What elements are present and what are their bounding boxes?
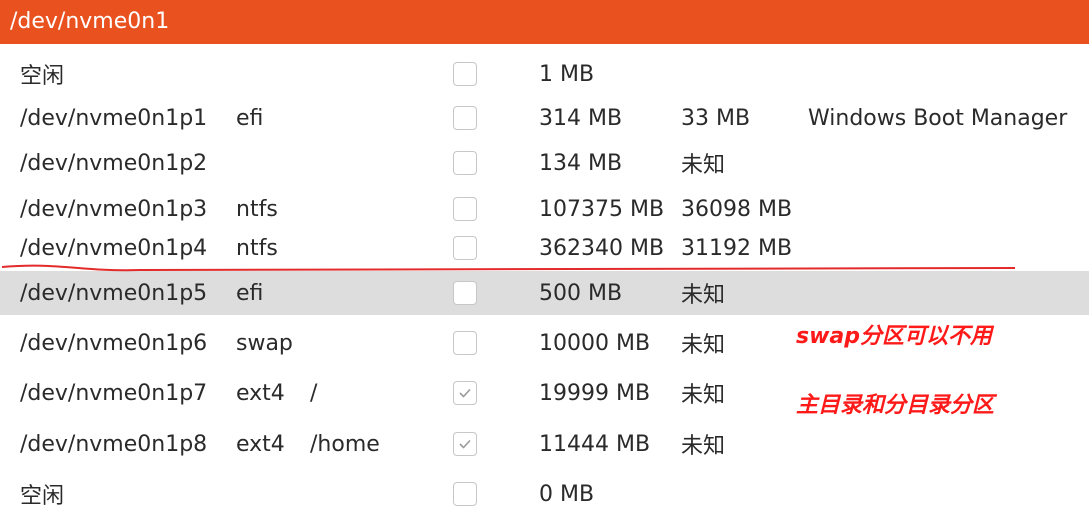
partition-device: /dev/nvme0n1p7 xyxy=(20,380,208,406)
checkmark-icon xyxy=(459,439,471,449)
partition-size: 0 MB xyxy=(539,481,595,507)
format-checkbox[interactable] xyxy=(453,106,477,130)
partition-device: /dev/nvme0n1p4 xyxy=(20,235,208,261)
swap-annotation: swap分区可以不用 xyxy=(796,324,993,349)
partition-used: 31192 MB xyxy=(681,235,793,261)
format-checkbox[interactable] xyxy=(453,482,477,506)
format-checkbox[interactable] xyxy=(453,197,477,221)
red-underline-annotation xyxy=(1,264,1016,272)
partition-used: 未知 xyxy=(681,383,726,408)
format-checkbox[interactable] xyxy=(453,281,477,305)
partition-used: 36098 MB xyxy=(681,196,793,222)
partition-size: 362340 MB xyxy=(539,235,665,261)
partition-filesystem: ext4 xyxy=(236,380,285,406)
partition-mount-point: / xyxy=(310,380,318,406)
partition-device: /dev/nvme0n1p1 xyxy=(20,105,208,131)
format-checkbox[interactable] xyxy=(453,381,477,405)
partition-device: /dev/nvme0n1p5 xyxy=(20,280,208,306)
partition-size: 11444 MB xyxy=(539,431,651,457)
partition-row[interactable]: 空闲 0 MB xyxy=(0,472,1089,516)
partition-row[interactable]: /dev/nvme0n1p1 efi 314 MB 33 MB Windows Boot… xyxy=(0,96,1089,140)
partition-size: 19999 MB xyxy=(539,380,651,406)
partition-size: 500 MB xyxy=(539,280,623,306)
partition-used: 33 MB xyxy=(681,105,751,131)
partition-filesystem: swap xyxy=(236,330,293,356)
partition-row[interactable]: /dev/nvme0n1p8 ext4/home 11444 MB 未知 xyxy=(0,422,1089,466)
partition-size: 134 MB xyxy=(539,150,623,176)
partition-filesystem: ext4 xyxy=(236,431,285,457)
partition-used: 未知 xyxy=(681,333,726,358)
partition-device: /dev/nvme0n1p3 xyxy=(20,196,208,222)
partition-size: 314 MB xyxy=(539,105,623,131)
partition-system: Windows Boot Manager xyxy=(808,105,1068,131)
partition-device: /dev/nvme0n1p6 xyxy=(20,330,208,356)
partition-used: 未知 xyxy=(681,434,726,459)
directory-annotation: 主目录和分目录分区 xyxy=(796,393,995,418)
format-checkbox[interactable] xyxy=(453,432,477,456)
checkmark-icon xyxy=(459,388,471,398)
partition-filesystem: efi xyxy=(236,280,264,306)
partition-size: 107375 MB xyxy=(539,196,665,222)
partition-row[interactable]: /dev/nvme0n1p3 ntfs 107375 MB 36098 MB xyxy=(0,187,1089,231)
partition-row[interactable]: 空闲 1 MB xyxy=(0,52,1089,96)
format-checkbox[interactable] xyxy=(453,331,477,355)
partition-filesystem: efi xyxy=(236,105,264,131)
partition-device: /dev/nvme0n1p2 xyxy=(20,150,208,176)
partition-device: /dev/nvme0n1p8 xyxy=(20,431,208,457)
partition-device: 空闲 xyxy=(20,64,65,89)
disk-header: /dev/nvme0n1 xyxy=(0,0,1089,44)
partition-row[interactable]: /dev/nvme0n1p2 134 MB 未知 xyxy=(0,141,1089,185)
partition-size: 10000 MB xyxy=(539,330,651,356)
partition-used: 未知 xyxy=(681,283,726,308)
format-checkbox[interactable] xyxy=(453,151,477,175)
format-checkbox[interactable] xyxy=(453,62,477,86)
disk-title: /dev/nvme0n1 xyxy=(10,9,170,34)
partition-device: 空闲 xyxy=(20,484,65,509)
partition-size: 1 MB xyxy=(539,61,595,87)
partition-filesystem: ntfs xyxy=(236,235,278,261)
partition-used: 未知 xyxy=(681,153,726,178)
partition-filesystem: ntfs xyxy=(236,196,278,222)
format-checkbox[interactable] xyxy=(453,236,477,260)
partition-mount-point: /home xyxy=(310,431,380,457)
